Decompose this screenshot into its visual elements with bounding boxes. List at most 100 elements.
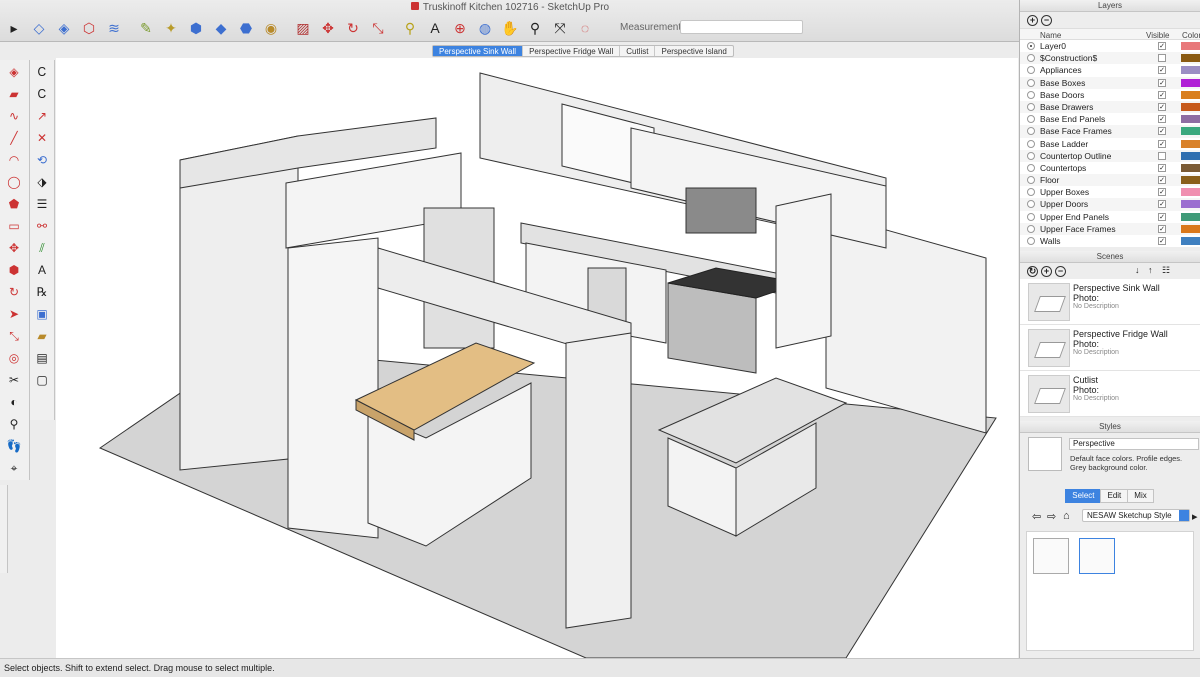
style-library-select[interactable]: NESAW Sketchup Style [1082, 509, 1190, 523]
layer-row[interactable]: Base Boxes ✓ [1020, 76, 1200, 89]
add-layer-button[interactable]: + [1027, 15, 1038, 26]
intersect-icon[interactable]: ⚯ [32, 216, 52, 236]
layer-color-swatch[interactable] [1181, 78, 1200, 87]
tab-perspective-sink-wall[interactable]: Perspective Sink Wall [433, 46, 523, 56]
move-scene-up-icon[interactable]: ↑ [1148, 265, 1153, 275]
3d-text-icon[interactable]: ☰ [32, 194, 52, 214]
layer-name[interactable]: Base Doors [1040, 89, 1084, 101]
tab-mix[interactable]: Mix [1127, 489, 1154, 504]
pencil-icon[interactable]: ✎ [135, 17, 157, 39]
scale-tool-icon[interactable]: ⤡ [4, 326, 24, 346]
style-thumbnail[interactable] [1028, 437, 1062, 472]
layer-color-swatch[interactable] [1181, 54, 1200, 63]
walk-icon[interactable]: 👣 [4, 436, 24, 456]
rs-icon[interactable]: ℞ [32, 282, 52, 302]
tab-select[interactable]: Select [1065, 489, 1102, 504]
layer-active-radio[interactable] [1027, 127, 1035, 136]
layer-row[interactable]: Floor ✓ [1020, 174, 1200, 187]
followme-tool-icon[interactable]: ➤ [4, 304, 24, 324]
layer-active-radio[interactable] [1027, 163, 1035, 172]
layer-visible-checkbox[interactable] [1158, 151, 1166, 160]
style-description[interactable]: Default face colors. Profile edges. Grey… [1070, 454, 1198, 472]
blank-icon[interactable]: ▢ [32, 370, 52, 390]
tape-measure-icon[interactable]: ⚲ [399, 17, 421, 39]
layer-active-radio[interactable] [1027, 200, 1035, 209]
move-arrows-icon[interactable]: ✥ [317, 17, 339, 39]
layer-visible-checkbox[interactable]: ✓ [1158, 115, 1166, 124]
layer-visible-checkbox[interactable]: ✓ [1158, 102, 1166, 111]
style-swatch-1[interactable] [1033, 538, 1069, 575]
layer-color-swatch[interactable] [1181, 127, 1200, 136]
layer-visible-checkbox[interactable]: ✓ [1158, 127, 1166, 136]
move-scene-down-icon[interactable]: ↓ [1135, 265, 1140, 275]
layer-active-radio[interactable] [1027, 139, 1035, 148]
pushpull-tool-icon[interactable]: ⬢ [4, 260, 24, 280]
delete-layer-button[interactable]: − [1041, 15, 1052, 26]
layer-row[interactable]: Base End Panels ✓ [1020, 113, 1200, 126]
save-icon[interactable]: ▣ [32, 304, 52, 324]
layer-visible-checkbox[interactable]: ✓ [1158, 176, 1166, 185]
rotate-icon[interactable]: ↻ [342, 17, 364, 39]
sandbox-icon[interactable]: ✦ [160, 17, 182, 39]
layer-name[interactable]: Upper Face Frames [1040, 223, 1116, 235]
layer-row[interactable]: Countertop Outline [1020, 149, 1200, 162]
scene-item[interactable]: Perspective Sink Wall Photo: No Descriptio… [1020, 279, 1200, 326]
layer-visible-checkbox[interactable]: ✓ [1158, 212, 1166, 221]
layers-panel-title[interactable]: Layers [1020, 0, 1200, 12]
layer-visible-checkbox[interactable]: ✓ [1158, 90, 1166, 99]
layer-row[interactable]: Appliances ✓ [1020, 64, 1200, 77]
text-icon[interactable]: A [424, 17, 446, 39]
layer-color-swatch[interactable] [1181, 188, 1200, 197]
layer-row[interactable]: Countertops ✓ [1020, 161, 1200, 175]
layer-visible-checkbox[interactable]: ✓ [1158, 42, 1166, 50]
layers-stack-icon[interactable]: ≋ [103, 17, 125, 39]
layer-color-swatch[interactable] [1181, 176, 1200, 185]
move-tool-icon[interactable]: ✥ [4, 238, 24, 258]
polygon-icon[interactable]: ⬟ [4, 194, 24, 214]
refresh-scene-icon[interactable]: ↻ [1027, 266, 1038, 278]
paint-bucket-icon[interactable]: ◈ [53, 17, 75, 39]
section-icon[interactable]: ⬗ [32, 172, 52, 192]
eraser-tool-icon[interactable]: ◇ [28, 17, 50, 39]
orbit-tool-icon[interactable]: ◐ [4, 392, 24, 412]
style-name-field[interactable]: Perspective [1069, 438, 1199, 451]
layer-active-radio[interactable] [1027, 90, 1035, 99]
layer-color-swatch[interactable] [1181, 163, 1200, 172]
layer-visible-checkbox[interactable]: ✓ [1158, 163, 1166, 172]
layer-row[interactable]: $Construction$ [1020, 52, 1200, 65]
layer-row[interactable]: Upper Doors ✓ [1020, 198, 1200, 211]
layer-color-swatch[interactable] [1181, 212, 1200, 221]
tape-tool-icon[interactable]: ✂ [4, 370, 24, 390]
c-w-icon[interactable]: Ꮯ [32, 62, 52, 82]
layer-row[interactable]: Base Ladder ✓ [1020, 137, 1200, 150]
styles-panel-title[interactable]: Styles [1020, 421, 1200, 434]
column-color[interactable]: Color [1182, 31, 1200, 40]
column-name[interactable]: Name [1040, 31, 1061, 40]
layer-color-swatch[interactable] [1181, 102, 1200, 111]
layer-active-radio[interactable] [1027, 54, 1035, 63]
layer-name[interactable]: Upper Boxes [1040, 186, 1089, 198]
circle-icon[interactable]: ◯ [4, 172, 24, 192]
scene-item[interactable]: Perspective Fridge Wall Photo: No Descript… [1020, 325, 1200, 372]
scene-item[interactable]: Cutlist Photo: No Description [1020, 371, 1200, 418]
eraser-icon[interactable]: ▰ [4, 84, 24, 104]
layer-row[interactable]: Layer0 ✓ [1020, 40, 1200, 53]
details-arrow-icon[interactable]: ▸ [1192, 510, 1198, 523]
layer-active-radio[interactable] [1027, 66, 1035, 75]
freehand-icon[interactable]: ∿ [4, 106, 24, 126]
layer-visible-checkbox[interactable]: ✓ [1158, 188, 1166, 197]
arc-icon[interactable]: ◠ [4, 150, 24, 170]
measurements-input[interactable] [680, 20, 803, 34]
layer-name[interactable]: Base Ladder [1040, 138, 1088, 150]
layer-active-radio[interactable] [1027, 102, 1035, 111]
layer-row[interactable]: Walls ✓ [1020, 235, 1200, 248]
tab-perspective-island[interactable]: Perspective Island [654, 46, 732, 56]
layer-color-swatch[interactable] [1181, 90, 1200, 99]
layer-color-swatch[interactable] [1181, 151, 1200, 160]
layer-active-radio[interactable] [1027, 224, 1035, 233]
back-arrow-icon[interactable]: ⇦ [1032, 510, 1041, 523]
add-scene-button[interactable]: + [1041, 266, 1052, 278]
layer-visible-checkbox[interactable]: ✓ [1158, 78, 1166, 87]
print-icon[interactable]: ▤ [32, 348, 52, 368]
layer-color-swatch[interactable] [1181, 237, 1200, 245]
